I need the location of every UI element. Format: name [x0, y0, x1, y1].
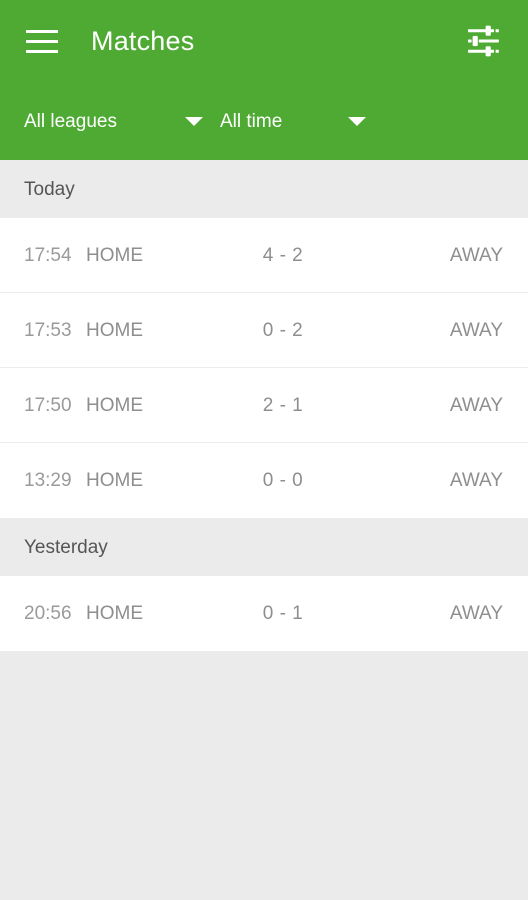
time-filter-label: All time	[220, 110, 283, 132]
hamburger-menu-icon[interactable]	[19, 18, 65, 64]
match-away-team: AWAY	[449, 244, 503, 266]
chevron-down-icon	[185, 116, 203, 126]
match-score: 2 - 1	[262, 394, 304, 416]
section-header-label: Today	[24, 178, 75, 200]
match-score: 4 - 2	[262, 244, 304, 266]
app-bar: Matches All leagues All time	[0, 0, 528, 160]
match-score: 0 - 2	[262, 319, 304, 341]
hamburger-bar-2	[26, 39, 58, 43]
match-home-team: HOME	[86, 395, 143, 415]
match-away-team: AWAY	[449, 394, 503, 416]
table-row[interactable]: 17:54 HOME 4 - 2 AWAY	[0, 218, 528, 293]
league-filter-dropdown[interactable]: All leagues	[24, 98, 220, 144]
match-home-team: HOME	[86, 604, 143, 623]
match-time: 17:50	[24, 394, 72, 416]
time-filter-dropdown[interactable]: All time	[220, 98, 380, 144]
table-row[interactable]: 17:53 HOME 0 - 2 AWAY	[0, 293, 528, 368]
match-away-team: AWAY	[449, 319, 503, 341]
chevron-down-icon	[348, 116, 366, 126]
match-away-team: AWAY	[449, 603, 503, 624]
match-time: 20:56	[24, 603, 72, 624]
section-header-today: Today	[0, 160, 528, 218]
match-time: 13:29	[24, 470, 72, 491]
matches-screen: Matches All leagues All time Today 17:54…	[0, 0, 528, 900]
match-home-team: HOME	[86, 320, 143, 340]
filter-bar: All leagues All time	[0, 82, 528, 160]
hamburger-bar-3	[26, 49, 58, 53]
hamburger-bar-1	[26, 29, 58, 33]
table-row[interactable]: 20:56 HOME 0 - 1 AWAY	[0, 576, 528, 651]
match-home-team: HOME	[86, 245, 143, 265]
match-away-team: AWAY	[449, 470, 503, 491]
match-time: 17:53	[24, 319, 72, 341]
match-time: 17:54	[24, 244, 72, 266]
page-title: Matches	[91, 25, 195, 56]
section-header-yesterday: Yesterday	[0, 518, 528, 576]
match-score: 0 - 0	[262, 470, 304, 491]
match-list[interactable]: Today 17:54 HOME 4 - 2 AWAY 17:53 HOME 0…	[0, 160, 528, 900]
table-row[interactable]: 13:29 HOME 0 - 0 AWAY	[0, 443, 528, 518]
match-home-team: HOME	[86, 471, 143, 490]
table-row[interactable]: 17:50 HOME 2 - 1 AWAY	[0, 368, 528, 443]
app-bar-top-row: Matches	[0, 0, 528, 82]
league-filter-label: All leagues	[24, 110, 117, 132]
tune-filter-icon[interactable]	[460, 18, 506, 64]
match-score: 0 - 1	[262, 603, 304, 624]
section-header-label: Yesterday	[24, 536, 108, 558]
